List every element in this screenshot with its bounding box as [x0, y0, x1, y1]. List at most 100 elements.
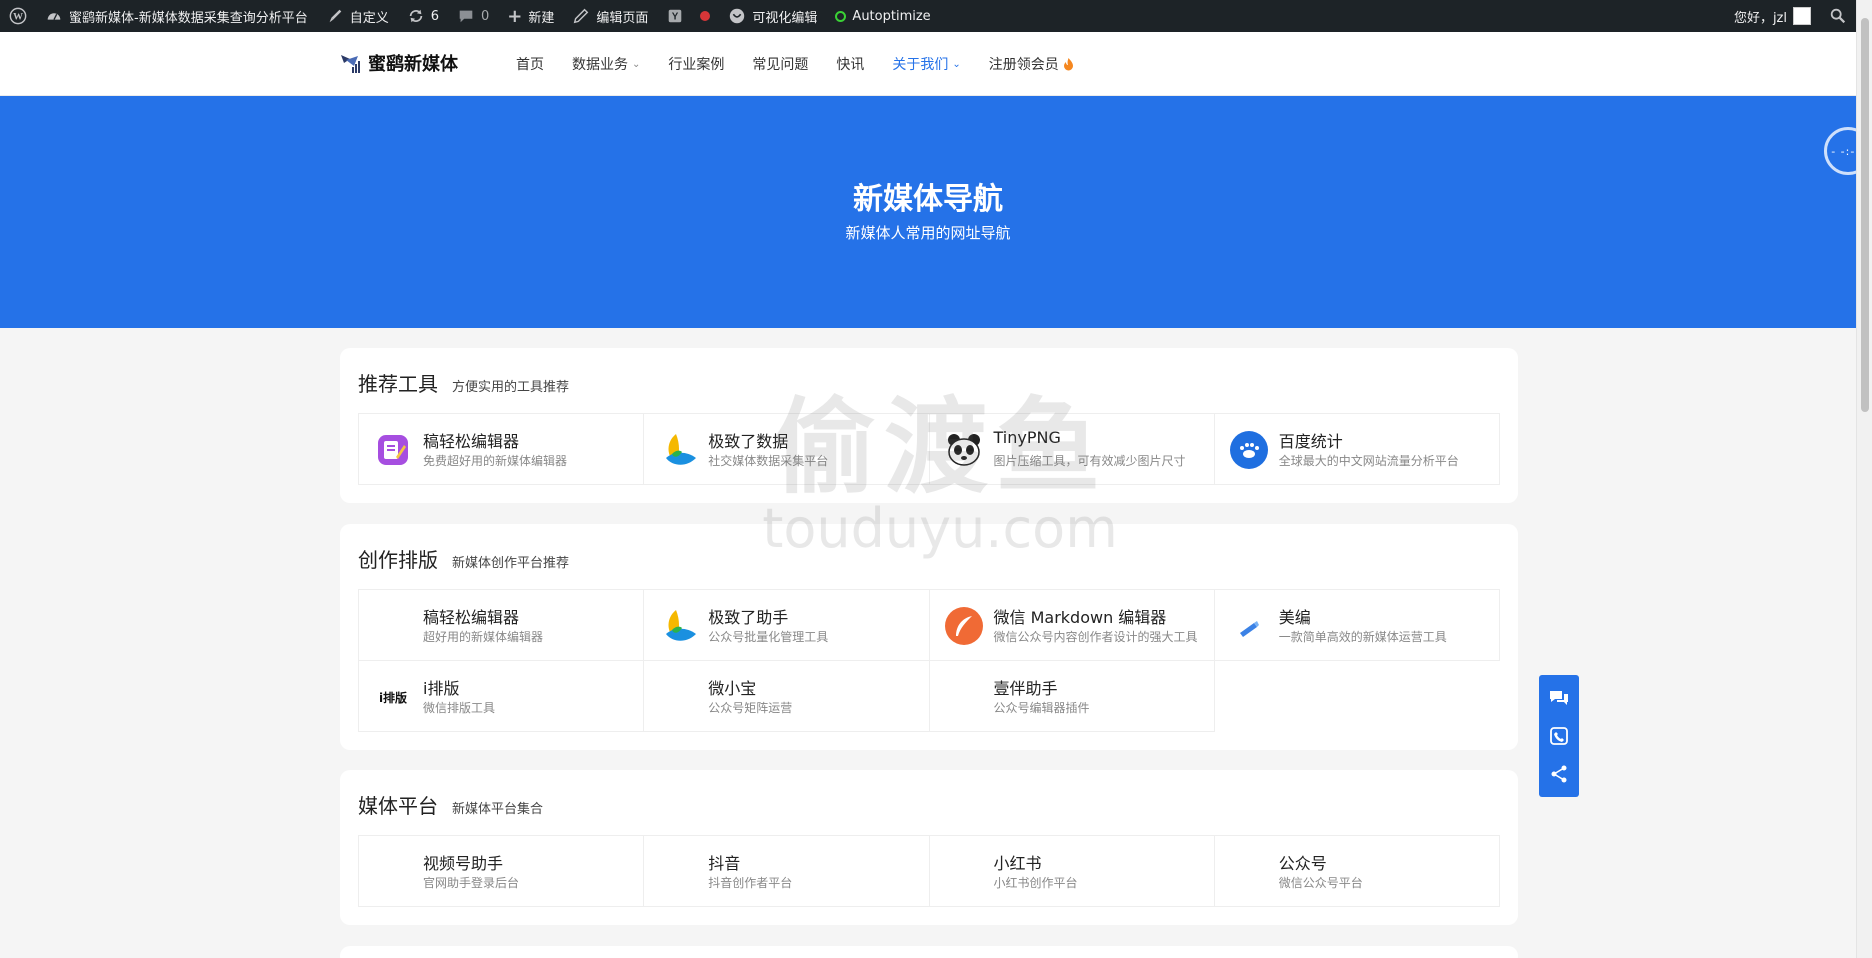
- nav-label: 快讯: [836, 57, 865, 73]
- comments-link[interactable]: 0: [448, 0, 498, 32]
- tool-card[interactable]: 稿轻松编辑器 超好用的新媒体编辑器: [359, 590, 645, 661]
- tool-desc: 免费超好用的新媒体编辑器: [423, 454, 568, 468]
- svg-text:Y: Y: [672, 12, 679, 23]
- tool-card[interactable]: 稿轻松编辑器 免费超好用的新媒体编辑器: [359, 414, 645, 485]
- tool-name: 微信 Markdown 编辑器: [993, 608, 1167, 627]
- yoast-link[interactable]: Y: [657, 0, 719, 32]
- tool-desc: 公众号矩阵运营: [708, 701, 793, 715]
- feather-icon: [944, 606, 984, 646]
- tool-card[interactable]: 百度统计 全球最大的中文网站流量分析平台: [1214, 414, 1500, 485]
- plus-icon: +: [507, 5, 523, 27]
- nav-item-about[interactable]: 关于我们 ⌄: [878, 54, 974, 74]
- nav-item-news[interactable]: 快讯: [822, 54, 878, 74]
- nav-item-register[interactable]: 注册领会员: [975, 54, 1088, 74]
- new-content-link[interactable]: + 新建: [498, 0, 563, 32]
- autoptimize-link[interactable]: Autoptimize: [826, 0, 939, 32]
- avatar: [1793, 7, 1811, 25]
- section-subtitle: 方便实用的工具推荐: [452, 380, 570, 395]
- hero-banner: 新媒体导航 新媒体人常用的网址导航: [0, 96, 1856, 328]
- admin-search-button[interactable]: [1820, 0, 1856, 32]
- edit-page-link[interactable]: 编辑页面: [563, 0, 657, 32]
- tool-desc: 公众号批量化管理工具: [708, 630, 829, 644]
- tool-name: 极致了数据: [708, 432, 789, 451]
- site-logo[interactable]: 蜜鹞新媒体: [338, 50, 458, 76]
- chevron-down-icon: ⌄: [632, 58, 641, 70]
- nav-label: 行业案例: [668, 57, 725, 73]
- admin-bar: W 蜜鹞新媒体-新媒体数据采集查询分析平台 自定义 6 0 + 新建 编辑页面 …: [0, 0, 1856, 32]
- updates-link[interactable]: 6: [398, 0, 448, 32]
- wordpress-logo-button[interactable]: W: [0, 0, 36, 32]
- nav-item-data-business[interactable]: 数据业务 ⌄: [558, 54, 654, 74]
- nav-item-cases[interactable]: 行业案例: [654, 54, 738, 74]
- scrollbar-thumb[interactable]: [1861, 18, 1869, 412]
- nav-item-home[interactable]: 首页: [502, 54, 558, 74]
- tool-name: 抖音: [708, 854, 741, 873]
- tool-card[interactable]: 美编 一款简单高效的新媒体运营工具: [1214, 590, 1500, 661]
- site-name-link[interactable]: 蜜鹞新媒体-新媒体数据采集查询分析平台: [36, 0, 317, 32]
- tool-desc: 图片压缩工具，可有效减少图片尺寸: [993, 454, 1186, 468]
- brush-icon: [329, 9, 342, 23]
- panda-icon: [944, 430, 984, 470]
- baidu-icon: [1229, 430, 1269, 470]
- tool-card[interactable]: 极致了数据 社交媒体数据采集平台: [644, 414, 930, 485]
- tool-card[interactable]: 公众号 微信公众号平台: [1214, 836, 1500, 907]
- autoptimize-status-icon: [835, 10, 847, 22]
- tool-name: 视频号助手: [423, 854, 504, 873]
- pencil-icon: [574, 8, 589, 24]
- tool-name: 美编: [1278, 608, 1311, 627]
- section-title: 创作排版: [358, 548, 438, 572]
- site-header: 蜜鹞新媒体 首页 数据业务 ⌄ 行业案例 常见问题 快讯 关于我们 ⌄ 注册领会员: [0, 32, 1856, 96]
- nav-label: 注册领会员: [988, 57, 1059, 73]
- tool-name: 微小宝: [708, 679, 757, 698]
- tool-desc: 抖音创作者平台: [708, 876, 793, 890]
- side-toolbar: [1539, 675, 1579, 797]
- chevron-down-icon: ⌄: [952, 58, 961, 70]
- visual-edit-label: 可视化编辑: [752, 10, 818, 26]
- tool-name: 极致了助手: [708, 608, 789, 627]
- comments-count: 0: [481, 8, 490, 24]
- tool-desc: 社交媒体数据采集平台: [708, 454, 829, 468]
- fire-icon: [1063, 58, 1073, 71]
- tool-name: 小红书: [993, 854, 1042, 873]
- section-subtitle: 新媒体创作平台推荐: [452, 556, 570, 571]
- nav-item-faq[interactable]: 常见问题: [738, 54, 822, 74]
- updates-icon: [409, 9, 423, 23]
- section-title: 推荐工具: [358, 372, 438, 396]
- logo-text: 蜜鹞新媒体: [368, 54, 458, 75]
- tool-desc: 一款简单高效的新媒体运营工具: [1278, 630, 1447, 644]
- elementor-icon: [730, 8, 745, 24]
- phone-icon[interactable]: [1549, 726, 1569, 746]
- customize-link[interactable]: 自定义: [317, 0, 398, 32]
- hero-title: 新媒体导航: [853, 182, 1003, 217]
- tool-card[interactable]: 视频号助手 官网助手登录后台: [359, 836, 645, 907]
- logo-icon: [341, 55, 360, 73]
- tool-card[interactable]: TinyPNG 图片压缩工具，可有效减少图片尺寸: [929, 414, 1215, 485]
- tool-card[interactable]: 微信 Markdown 编辑器 微信公众号内容创作者设计的强大工具: [929, 590, 1215, 661]
- edit-icon: [373, 430, 413, 470]
- nav-label: 常见问题: [752, 57, 809, 73]
- tool-card[interactable]: 抖音 抖音创作者平台: [644, 836, 930, 907]
- visual-edit-link[interactable]: 可视化编辑: [719, 0, 826, 32]
- tool-desc: 微信排版工具: [423, 701, 496, 715]
- dashboard-icon: [47, 13, 61, 20]
- tool-desc: 微信公众号内容创作者设计的强大工具: [993, 630, 1198, 644]
- tool-card[interactable]: 壹伴助手 公众号编辑器插件: [929, 661, 1215, 732]
- my-account-link[interactable]: 您好，jzl: [1725, 0, 1820, 32]
- tool-card[interactable]: 微小宝 公众号矩阵运营: [644, 661, 930, 732]
- red-dot-icon: [700, 11, 711, 21]
- tool-name: 稿轻松编辑器: [423, 608, 520, 627]
- yoast-icon: Y: [669, 9, 682, 23]
- tool-card[interactable]: i排版 i排版 微信排版工具: [359, 661, 645, 732]
- tool-name: 百度统计: [1278, 432, 1343, 451]
- chat-icon[interactable]: [1548, 688, 1570, 708]
- ipaiban-icon: i排版: [378, 690, 408, 705]
- greeting: 您好，jzl: [1733, 10, 1787, 26]
- share-icon[interactable]: [1549, 764, 1569, 784]
- pen-icon: [1229, 606, 1269, 646]
- page-scrollbar[interactable]: [1856, 0, 1872, 958]
- tool-card[interactable]: 小红书 小红书创作平台: [929, 836, 1215, 907]
- tool-desc: 公众号编辑器插件: [993, 701, 1090, 715]
- search-icon: [1830, 8, 1846, 24]
- tool-desc: 官网助手登录后台: [423, 876, 520, 890]
- tool-card[interactable]: 极致了助手 公众号批量化管理工具: [644, 590, 930, 661]
